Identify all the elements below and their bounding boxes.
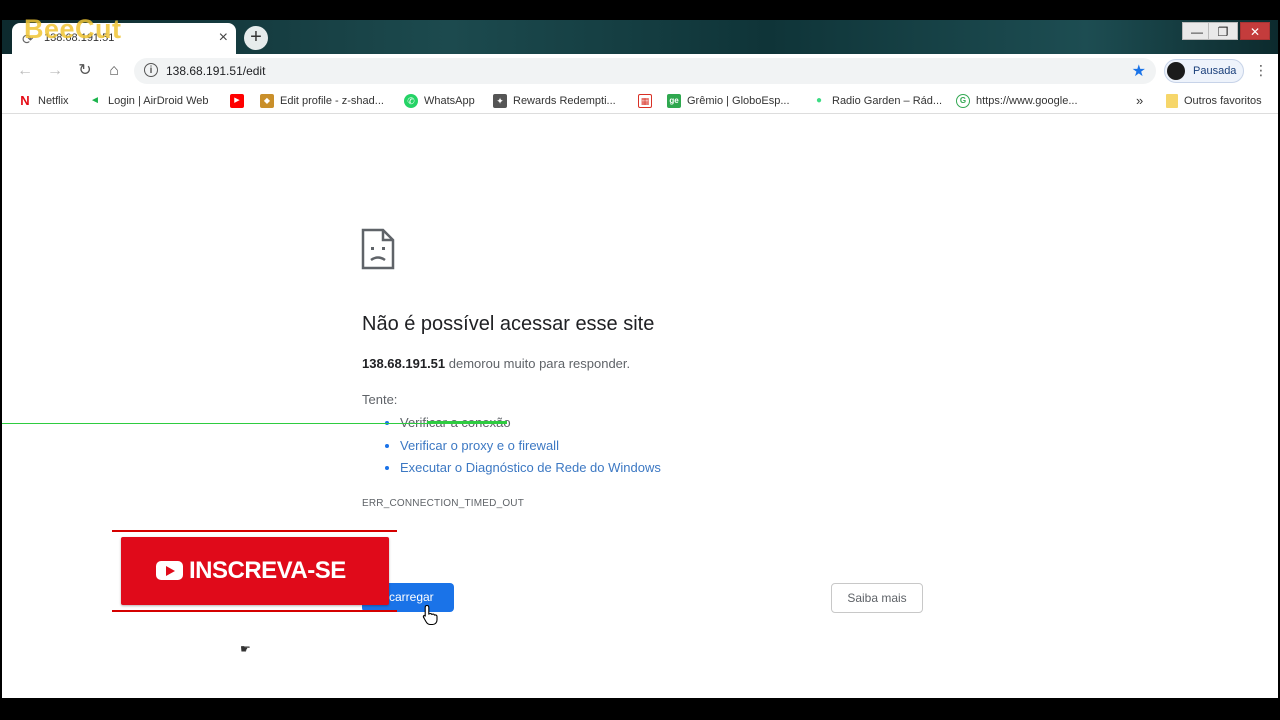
subscribe-button[interactable]: INSCREVA-SE	[121, 537, 389, 605]
radio-garden-icon: ●	[815, 95, 823, 107]
learn-more-button[interactable]: Saiba mais	[831, 583, 923, 613]
bookmark-star-icon[interactable]: ★	[1132, 61, 1146, 81]
page-title: Não é possível acessar esse site	[362, 313, 655, 335]
reload-icon[interactable]: ↻	[74, 60, 96, 82]
menu-dots-icon[interactable]: ⋮	[1254, 61, 1268, 79]
profile-icon: ◆	[260, 94, 274, 109]
bookmarks-bar: N Netflix ◄ Login | AirDroid Web ▶ ◆ Edit p…	[2, 88, 1278, 114]
youtube-play-icon	[156, 561, 183, 580]
back-arrow-icon[interactable]: ←	[14, 60, 36, 82]
url-text[interactable]: 138.68.191.51/edit	[166, 64, 265, 78]
info-icon[interactable]: i	[144, 63, 158, 77]
suggestion-check-proxy-link[interactable]: Verificar o proxy e o firewall	[400, 435, 661, 458]
home-icon[interactable]: ⌂	[103, 60, 125, 82]
bookmark-netflix[interactable]: N Netflix	[18, 93, 68, 109]
subscribe-label: INSCREVA-SE	[189, 557, 346, 584]
rewards-icon: ✦	[493, 94, 507, 109]
green-glitch-segment	[427, 421, 507, 424]
sad-page-icon	[361, 228, 395, 270]
hand-cursor-icon	[422, 604, 438, 626]
ge-icon: ge	[667, 94, 681, 109]
profile-label: Pausada	[1193, 65, 1237, 77]
maximize-icon[interactable]: ❐	[1208, 22, 1238, 40]
try-label: Tente:	[362, 392, 398, 407]
suggestion-run-diagnostics-link[interactable]: Executar o Diagnóstico de Rede do Window…	[400, 457, 661, 480]
small-hand-cursor-icon: ☛	[240, 642, 251, 656]
tab-strip: ⟳ 138.68.191.51 × BeeCut + — ❐ ✕	[2, 14, 1278, 54]
bookmark-rewards[interactable]: ✦ Rewards Redempti...	[493, 93, 616, 109]
new-tab-button[interactable]: +	[244, 26, 268, 50]
address-bar[interactable]: i 138.68.191.51/edit ★	[134, 58, 1156, 84]
browser-window: ⟳ 138.68.191.51 × BeeCut + — ❐ ✕ ← → ↻ ⌂…	[0, 14, 1280, 698]
whatsapp-icon: ✆	[404, 94, 418, 109]
bookmark-airdroid[interactable]: ◄ Login | AirDroid Web	[88, 93, 208, 109]
window-close-icon[interactable]: ✕	[1240, 22, 1270, 40]
other-bookmarks-folder[interactable]: Outros favoritos	[1166, 93, 1262, 109]
folder-icon	[1166, 94, 1178, 109]
bookmark-calendar[interactable]: ▦	[638, 93, 658, 109]
close-tab-icon[interactable]: ×	[219, 29, 228, 47]
bottom-letterbox	[0, 698, 1280, 720]
avatar	[1167, 62, 1185, 80]
bookmark-youtube[interactable]: ▶	[230, 93, 250, 109]
google-icon: G	[956, 94, 970, 109]
top-letterbox	[0, 0, 1280, 20]
bookmark-whatsapp[interactable]: ✆ WhatsApp	[404, 93, 475, 109]
error-page: Não é possível acessar esse site 138.68.…	[2, 114, 1278, 698]
error-description-rest: demorou muito para responder.	[445, 356, 631, 371]
netflix-icon: N	[20, 93, 30, 109]
calendar-icon: ▦	[638, 94, 652, 109]
forward-arrow-icon[interactable]: →	[44, 60, 66, 82]
bookmark-edit-profile[interactable]: ◆ Edit profile - z-shad...	[260, 93, 384, 109]
error-description: 138.68.191.51 demorou muito para respond…	[362, 356, 630, 371]
youtube-icon: ▶	[230, 94, 244, 109]
airdroid-icon: ◄	[90, 95, 100, 107]
error-host: 138.68.191.51	[362, 356, 446, 371]
beecut-watermark: BeeCut	[24, 14, 122, 44]
bookmark-google[interactable]: Ghttps://www.google...	[956, 93, 1078, 109]
toolbar: ← → ↻ ⌂ i 138.68.191.51/edit ★ Pausada ⋮	[2, 54, 1278, 88]
bookmark-gremio[interactable]: ge Grêmio | GloboEsp...	[667, 93, 790, 109]
bookmark-radio-garden[interactable]: ● Radio Garden – Rád...	[812, 93, 942, 109]
bookmarks-overflow-chevron-icon[interactable]: »	[1136, 93, 1143, 109]
error-code: ERR_CONNECTION_TIMED_OUT	[362, 498, 525, 509]
profile-button[interactable]: Pausada	[1164, 59, 1244, 83]
